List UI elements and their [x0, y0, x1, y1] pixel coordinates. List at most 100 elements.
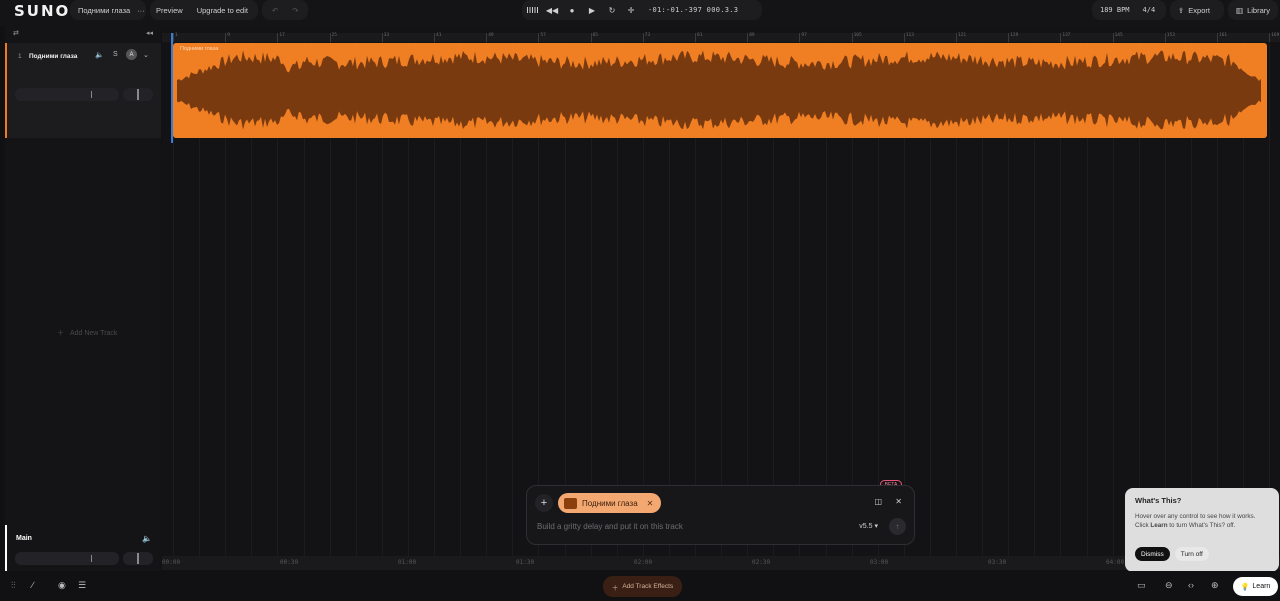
suno-logo[interactable]: SUNO: [14, 2, 70, 20]
main-pan-slider[interactable]: [123, 552, 153, 565]
mixer-toggle-icon[interactable]: ⇄: [13, 29, 19, 37]
main-track-row[interactable]: Main 🔈: [5, 525, 161, 571]
bar-tick-label: 25: [331, 33, 338, 38]
folder-icon[interactable]: ▭: [1137, 580, 1146, 591]
track-chip[interactable]: Подними глаза ✕: [558, 493, 661, 513]
track-avatar[interactable]: A: [126, 49, 137, 60]
track-name[interactable]: Подними глаза: [29, 53, 77, 60]
automation-icon[interactable]: ∕: [32, 580, 34, 590]
rewind-icon[interactable]: ◀◀: [542, 0, 562, 20]
bar-tick-label: 41: [436, 33, 442, 38]
cursor-tool-icon[interactable]: ✛: [622, 0, 640, 20]
timecode-readout: -01:-01.-397 000.3.3: [648, 6, 739, 14]
time-tick-label: 00:00: [162, 559, 181, 566]
bar-tick-label: 129: [1010, 33, 1019, 38]
bar-ruler[interactable]: 1 9 17 25 33 41 49 57 65 73 81 89 97 105 113 121 129 137 1…: [162, 33, 1280, 42]
model-version: v5.5: [859, 523, 873, 530]
volume-icon[interactable]: 🔈: [95, 51, 104, 59]
add-new-track-button[interactable]: ＋ Add New Track: [57, 328, 117, 338]
waveform-shape: [177, 50, 1261, 130]
track-number: 1: [18, 53, 22, 60]
whats-this-popup: What's This? Hover over any control to s…: [1125, 488, 1279, 572]
time-tick-label: 01:30: [516, 559, 535, 566]
collapse-panel-icon[interactable]: ◂◂: [146, 29, 153, 37]
track-row[interactable]: 1 Подними глаза 🔈 S A ⌄: [5, 43, 161, 138]
main-volume-icon[interactable]: 🔈: [142, 534, 152, 543]
waveform: [177, 50, 1261, 130]
transport-controls: ◀◀ ● ▶ ↻ ✛ -01:-01.-397 000.3.3: [522, 0, 762, 20]
time-tick-label: 00:30: [280, 559, 299, 566]
list-icon[interactable]: ☰: [78, 580, 86, 591]
learn-button[interactable]: 💡 Learn: [1233, 577, 1278, 596]
add-track-effects-button[interactable]: ＋ Add Track Effects: [603, 576, 682, 597]
bar-tick-label: 161: [1219, 33, 1228, 38]
main-volume-slider[interactable]: [15, 552, 119, 565]
record-icon[interactable]: ●: [562, 0, 582, 20]
time-tick-label: 03:30: [988, 559, 1007, 566]
bar-tick-label: 137: [1062, 33, 1071, 38]
library-button[interactable]: ▥ Library: [1228, 0, 1278, 20]
remove-chip-icon[interactable]: ✕: [647, 499, 654, 508]
library-icon: ▥: [1236, 5, 1244, 15]
time-ruler[interactable]: 00:00 00:30 01:00 01:30 02:00 02:30 03:00 03:30…: [162, 556, 1280, 570]
bar-tick-label: 121: [958, 33, 967, 38]
expand-icon[interactable]: ◫: [874, 497, 882, 506]
upgrade-to-edit-button[interactable]: Upgrade to edit: [197, 6, 248, 15]
zoom-out-icon[interactable]: ⊖: [1165, 580, 1173, 591]
edit-mode-pill: Preview Upgrade to edit: [150, 0, 258, 20]
bar-tick-label: 33: [383, 33, 390, 38]
library-label: Library: [1247, 5, 1271, 15]
chevron-down-icon[interactable]: ⌄: [143, 51, 149, 59]
bar-tick-label: 57: [540, 33, 546, 38]
zoom-in-icon[interactable]: ⊕: [1211, 580, 1219, 591]
mixer-icon[interactable]: ⫶⫶: [11, 580, 16, 591]
bar-tick-label: 105: [853, 33, 862, 38]
song-title-pill[interactable]: Подними глаза ···: [70, 0, 146, 20]
metronome-icon[interactable]: [522, 0, 542, 20]
bar-tick-label: 1: [175, 33, 178, 38]
bar-tick-label: 97: [801, 33, 807, 38]
turn-off-button[interactable]: Turn off: [1174, 547, 1209, 561]
prompt-input[interactable]: Build a gritty delay and put it on this …: [537, 522, 683, 531]
bar-tick-label: 49: [488, 33, 494, 38]
undo-icon[interactable]: ↶: [272, 6, 278, 15]
fit-icon[interactable]: ‹›: [1188, 580, 1194, 590]
bar-tick-label: 73: [644, 33, 651, 38]
track-thumbnail: [564, 497, 577, 509]
lightbulb-icon: 💡: [1240, 583, 1250, 591]
bar-tick-label: 65: [592, 33, 599, 38]
export-label: Export: [1188, 5, 1210, 15]
song-title: Подними глаза: [78, 5, 131, 15]
timeline-area[interactable]: 1 9 17 25 33 41 49 57 65 73 81 89 97 105 113 121 129 137 1…: [162, 26, 1280, 556]
preview-button[interactable]: Preview: [156, 6, 183, 15]
model-version-select[interactable]: v5.5 ▾: [859, 522, 878, 530]
top-bar: SUNO Подними глаза ··· Preview Upgrade t…: [0, 0, 1280, 26]
playhead[interactable]: [171, 33, 173, 143]
ai-prompt-box: + Подними глаза ✕ ◫ ✕ Build a gritty del…: [526, 485, 915, 545]
history-pill: ↶ ↷: [262, 0, 308, 20]
plus-icon: ＋: [611, 584, 619, 592]
eye-icon[interactable]: ◉: [58, 580, 66, 591]
add-attachment-button[interactable]: +: [535, 494, 553, 512]
more-options-icon[interactable]: ···: [137, 6, 145, 15]
add-track-label: Add New Track: [69, 330, 118, 337]
popup-title: What's This?: [1135, 496, 1182, 505]
bar-tick-label: 17: [279, 33, 285, 38]
loop-icon[interactable]: ↻: [602, 0, 622, 20]
volume-slider[interactable]: [15, 88, 119, 101]
close-icon[interactable]: ✕: [895, 497, 902, 506]
audio-clip[interactable]: Подними глаза: [173, 43, 1267, 138]
pan-slider[interactable]: [123, 88, 153, 101]
time-tick-label: 02:30: [752, 559, 771, 566]
export-button[interactable]: ⇪ Export: [1170, 0, 1224, 20]
send-button[interactable]: ↑: [889, 518, 906, 535]
dismiss-button[interactable]: Dismiss: [1135, 547, 1170, 561]
tempo-pill[interactable]: 189 BPM 4/4: [1092, 0, 1166, 20]
time-tick-label: 04:00: [1106, 559, 1125, 566]
time-tick-label: 03:00: [870, 559, 889, 566]
bar-tick-label: 89: [749, 33, 755, 38]
solo-button[interactable]: S: [113, 51, 118, 58]
redo-icon[interactable]: ↷: [292, 6, 298, 15]
play-icon[interactable]: ▶: [582, 0, 602, 20]
effects-label: Add Track Effects: [622, 583, 674, 590]
